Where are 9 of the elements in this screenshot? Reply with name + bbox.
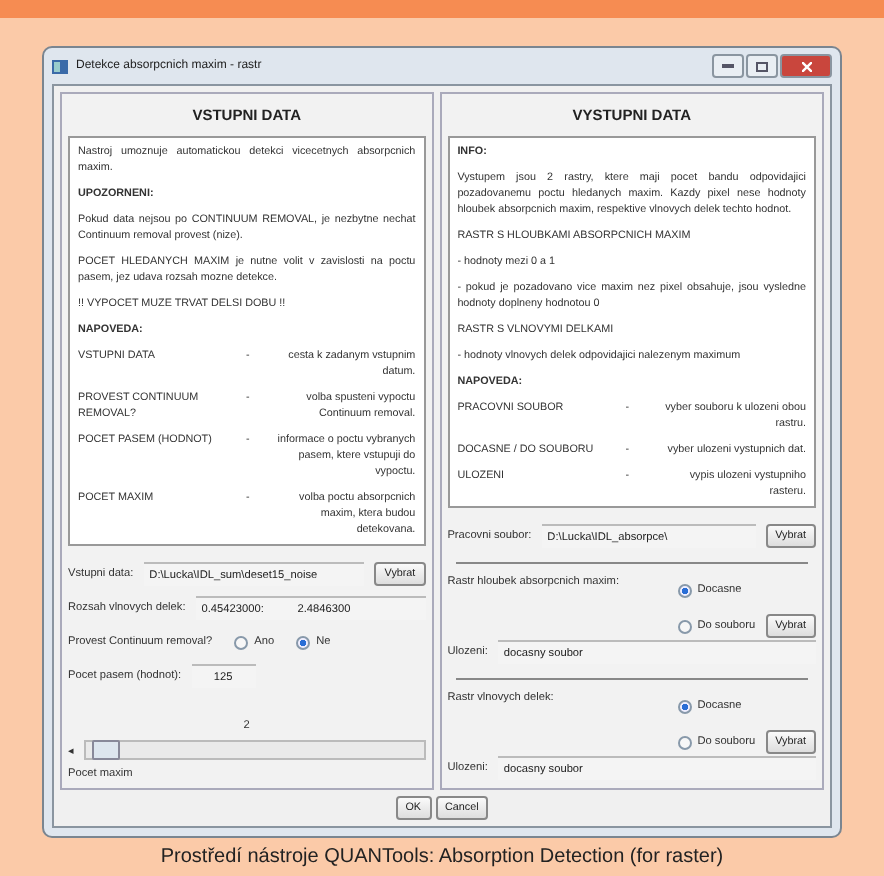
caption: Prostředí nástroje QUANTools: Absorption Detection (for raster) [158,844,726,873]
maximize-icon [756,61,768,72]
close-button[interactable] [780,54,832,79]
minimize-button[interactable] [712,54,744,79]
maximize-button[interactable] [746,54,778,79]
app-icon [52,59,68,74]
close-icon [801,61,811,72]
slider-thumb[interactable] [92,740,121,761]
minimize-icon [722,64,734,69]
